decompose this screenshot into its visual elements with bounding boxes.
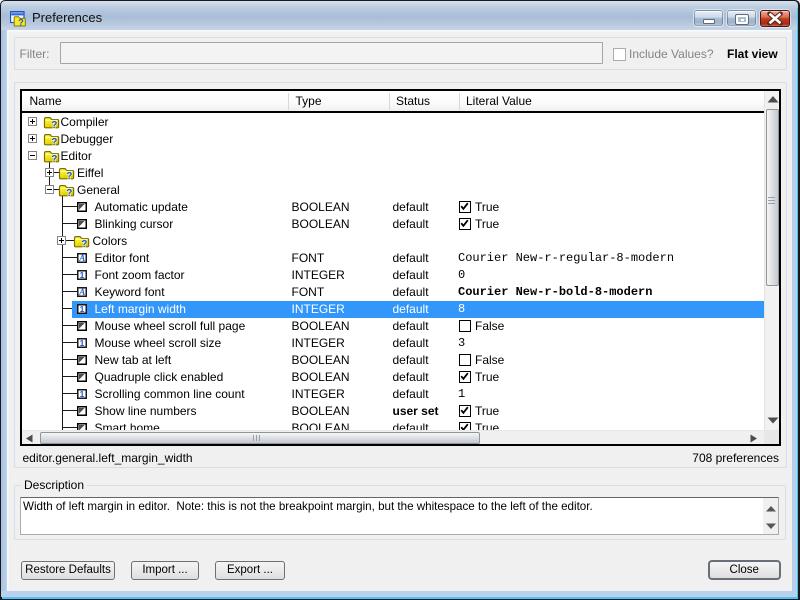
svg-text:?: ? [51,154,57,163]
svg-text:A: A [78,253,85,263]
svg-text:1: 1 [80,338,85,348]
svg-text:?: ? [51,137,57,146]
svg-text:?: ? [51,120,57,129]
svg-text:1: 1 [80,270,85,280]
svg-text:A: A [78,287,85,297]
svg-text:1: 1 [80,389,85,399]
svg-text:1: 1 [80,304,85,314]
svg-text:?: ? [66,188,72,197]
svg-text:?: ? [66,171,72,180]
svg-text:?: ? [81,239,87,248]
svg-text:?: ? [18,17,24,27]
